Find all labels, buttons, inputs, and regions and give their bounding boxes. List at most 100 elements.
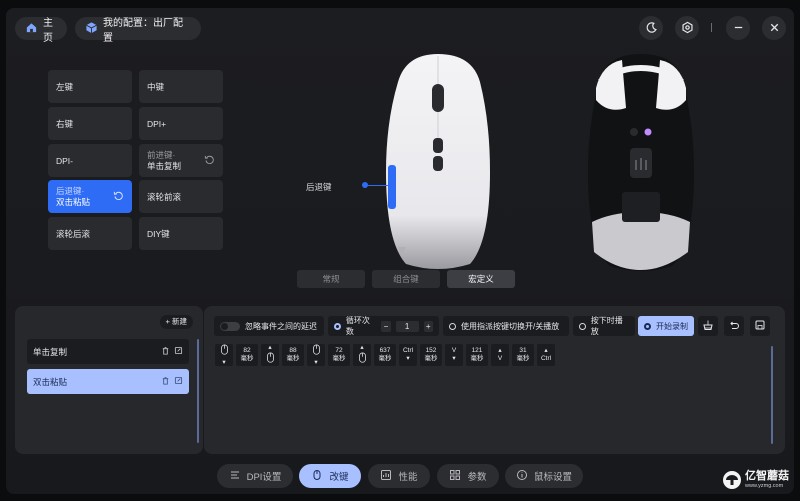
mouse-side-view: [386, 54, 490, 269]
macro-name: 单击复制: [33, 346, 68, 357]
key-scroll-up[interactable]: 滚轮前滚: [139, 180, 223, 213]
mode-label: 宏定义: [468, 274, 494, 284]
close-button[interactable]: [762, 16, 786, 40]
event-mouse-button[interactable]: ▴: [353, 344, 371, 366]
radio-hold[interactable]: [579, 322, 586, 330]
event-delay[interactable]: 152 毫秒: [420, 344, 442, 366]
event-key[interactable]: ▴ Ctrl: [537, 344, 555, 366]
home-button[interactable]: 主页: [15, 17, 67, 44]
undo-icon: [728, 319, 740, 333]
clear-button[interactable]: [698, 316, 718, 336]
event-delay[interactable]: 72 毫秒: [328, 344, 350, 366]
key-right[interactable]: 右键: [48, 107, 132, 140]
key-label: 前进键·: [147, 149, 176, 160]
new-macro-button[interactable]: + 新建: [159, 315, 193, 329]
key-scroll-down[interactable]: 滚轮后滚: [48, 217, 132, 250]
toggle-play-label: 使用指派按键切换开/关播放: [461, 321, 560, 331]
theme-toggle-button[interactable]: [639, 16, 663, 40]
key-left[interactable]: 左键: [48, 70, 132, 103]
event-mouse-button[interactable]: ▾: [307, 343, 325, 366]
watermark-url: www.yzmg.com: [745, 483, 784, 489]
undo-button[interactable]: [724, 316, 744, 336]
key-label: DIY键: [147, 228, 170, 239]
config-label: 我的配置：出厂配置: [103, 17, 183, 44]
key-label: 滚轮前滚: [147, 191, 182, 202]
tab-label: 参数: [467, 472, 487, 483]
event-mouse-button[interactable]: ▾: [215, 343, 233, 366]
mode-tab-combo[interactable]: 组合键: [372, 270, 440, 288]
edit-icon[interactable]: [174, 376, 183, 387]
cube-icon: [85, 21, 98, 37]
settings-button[interactable]: [675, 16, 699, 40]
key-dpi-plus[interactable]: DPI+: [139, 107, 223, 140]
loop-count-input[interactable]: 1: [395, 320, 419, 332]
key-dpi-minus[interactable]: DPI-: [48, 144, 132, 177]
tab-performance[interactable]: 性能: [368, 464, 430, 488]
delete-icon[interactable]: [161, 346, 170, 357]
toggle-switch[interactable]: [220, 321, 240, 331]
tab-dpi-settings[interactable]: DPI设置: [217, 464, 293, 488]
tab-key-remap[interactable]: 改键: [299, 464, 361, 488]
broom-icon: [702, 319, 714, 333]
mode-label: 组合键: [393, 274, 419, 284]
event-delay[interactable]: 88 毫秒: [282, 344, 304, 366]
ignore-delay-toggle[interactable]: 忽略事件之间的延迟: [214, 316, 324, 336]
event-mouse-button[interactable]: ▴: [261, 344, 279, 366]
delay-value: 152: [425, 347, 437, 354]
key-label: DPI-: [56, 155, 73, 166]
event-delay[interactable]: 31 毫秒: [512, 344, 534, 366]
save-button[interactable]: [750, 316, 770, 336]
delay-value: 88: [289, 347, 297, 354]
event-scrollbar[interactable]: [771, 346, 773, 444]
mushroom-logo-icon: [722, 470, 742, 492]
toggle-play-option[interactable]: 使用指派按键切换开/关播放: [443, 316, 569, 336]
record-button[interactable]: 开始录制: [638, 316, 694, 336]
tab-label: 鼠标设置: [533, 472, 572, 483]
edit-icon[interactable]: [174, 346, 183, 357]
ignore-delay-label: 忽略事件之间的延迟: [245, 321, 317, 331]
key-assignment: 单击复制: [147, 160, 182, 171]
config-selector[interactable]: 我的配置：出厂配置: [75, 17, 201, 44]
key-label: 中键: [147, 81, 165, 92]
loop-count-option[interactable]: 循环次数 − 1 +: [328, 316, 439, 336]
delete-icon[interactable]: [161, 376, 170, 387]
mode-tab-macro[interactable]: 宏定义: [447, 270, 515, 288]
scrollbar[interactable]: [197, 339, 199, 443]
hold-play-option[interactable]: 按下时播放: [573, 316, 635, 336]
reset-icon[interactable]: [113, 190, 124, 203]
key-up-arrow-icon: ▴: [360, 343, 364, 351]
tab-label: 性能: [398, 472, 418, 483]
macro-item[interactable]: 双击粘贴: [27, 369, 189, 394]
mode-tab-normal[interactable]: 常规: [297, 270, 365, 288]
gear-icon: [681, 21, 694, 36]
info-icon: [516, 469, 528, 484]
event-delay[interactable]: 121 毫秒: [466, 344, 488, 366]
event-delay[interactable]: 637 毫秒: [374, 344, 396, 366]
macro-item[interactable]: 单击复制: [27, 339, 189, 364]
reset-icon[interactable]: [204, 154, 215, 167]
event-key[interactable]: ▴ V: [491, 344, 509, 366]
key-back[interactable]: 后退键· 双击粘贴: [48, 180, 132, 213]
callout-dot: [362, 182, 368, 188]
key-up-arrow-icon: ▴: [498, 347, 502, 354]
watermark-name: 亿智蘑菇: [745, 470, 789, 482]
loop-decrement-button[interactable]: −: [381, 320, 391, 332]
event-key[interactable]: V ▾: [445, 344, 463, 366]
key-middle[interactable]: 中键: [139, 70, 223, 103]
tab-mouse-settings[interactable]: 鼠标设置: [505, 464, 583, 488]
key-forward[interactable]: 前进键· 单击复制: [139, 144, 223, 177]
loop-label: 循环次数: [345, 316, 370, 336]
performance-icon: [380, 469, 392, 484]
tab-parameters[interactable]: 参数: [437, 464, 499, 488]
delay-value: 82: [243, 347, 251, 354]
key-diy[interactable]: DIY键: [139, 217, 223, 250]
radio-toggle[interactable]: [449, 322, 456, 330]
radio-loop[interactable]: [334, 322, 341, 330]
event-key[interactable]: Ctrl ▾: [399, 344, 417, 366]
key-name: Ctrl: [540, 355, 552, 362]
minimize-button[interactable]: [726, 16, 750, 40]
delay-value: 637: [379, 347, 391, 354]
event-delay[interactable]: 82 毫秒: [236, 344, 258, 366]
watermark: 亿智蘑菇 www.yzmg.com: [722, 470, 789, 492]
loop-increment-button[interactable]: +: [423, 320, 433, 332]
